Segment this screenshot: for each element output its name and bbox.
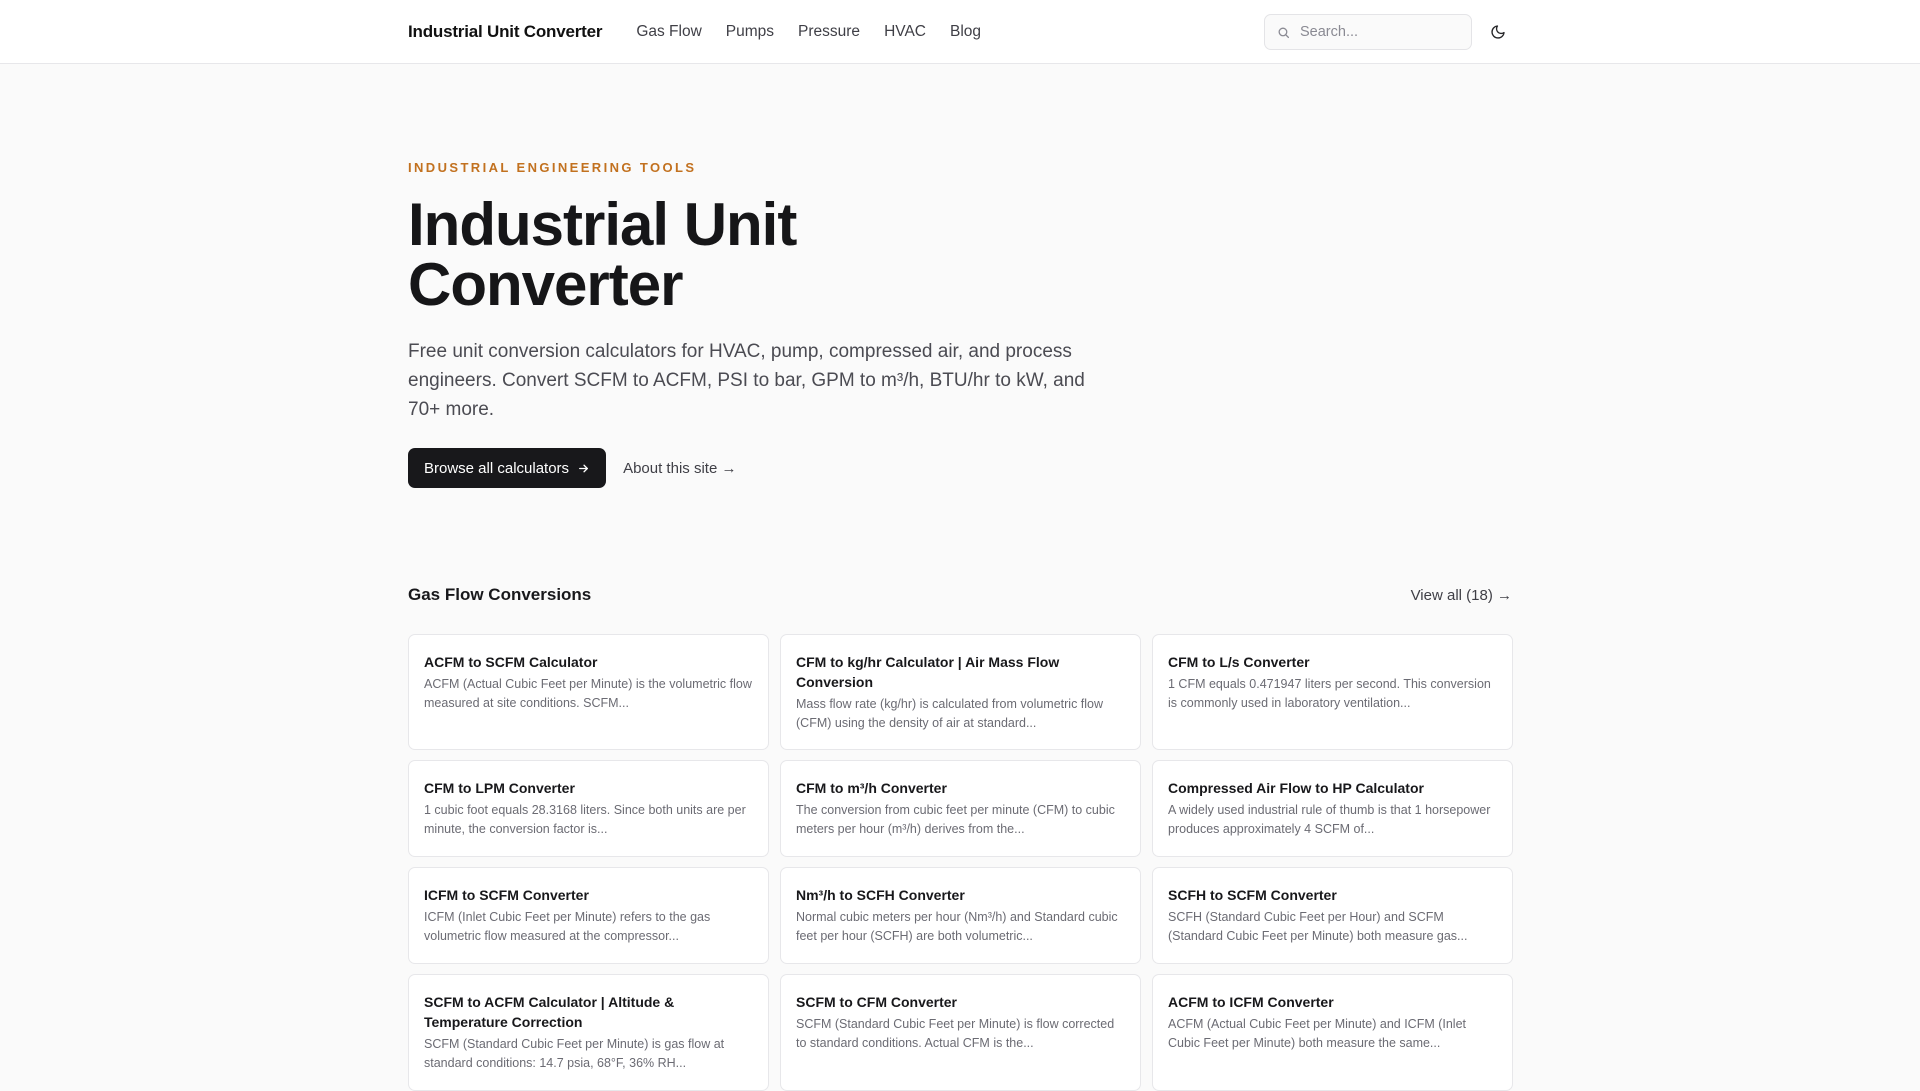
card-description: The conversion from cubic feet per minut… bbox=[796, 803, 1115, 836]
gas-flow-section: Gas Flow Conversions View all (18) → ACF… bbox=[408, 580, 1513, 1091]
card-cfm-to-kghr[interactable]: CFM to kg/hr Calculator | Air Mass Flow … bbox=[780, 634, 1141, 750]
card-title: ACFM to ICFM Converter bbox=[1168, 994, 1334, 1010]
nav-gas-flow[interactable]: Gas Flow bbox=[636, 23, 701, 41]
card-icfm-to-scfm[interactable]: ICFM to SCFM Converter ICFM (Inlet Cubic… bbox=[408, 867, 769, 964]
card-title: SCFM to CFM Converter bbox=[796, 994, 957, 1010]
view-all-link[interactable]: View all (18) → bbox=[1411, 587, 1512, 604]
card-title: CFM to LPM Converter bbox=[424, 780, 575, 796]
card-description: SCFH (Standard Cubic Feet per Hour) and … bbox=[1168, 910, 1468, 943]
card-description: SCFM (Standard Cubic Feet per Minute) is… bbox=[424, 1037, 725, 1070]
card-title: CFM to L/s Converter bbox=[1168, 654, 1310, 670]
search-icon bbox=[1278, 27, 1290, 38]
card-cfm-to-lpm[interactable]: CFM to LPM Converter 1 cubic foot equals… bbox=[408, 760, 769, 857]
card-scfm-to-acfm[interactable]: SCFM to ACFM Calculator | Altitude & Tem… bbox=[408, 974, 769, 1091]
card-title: SCFH to SCFM Converter bbox=[1168, 887, 1337, 903]
brand-logo-link[interactable]: Industrial Unit Converter bbox=[408, 22, 603, 42]
section-header: Gas Flow Conversions View all (18) → bbox=[408, 580, 1512, 610]
card-cfm-to-ls[interactable]: CFM to L/s Converter 1 CFM equals 0.4719… bbox=[1152, 634, 1513, 750]
card-compressed-air-to-hp[interactable]: Compressed Air Flow to HP Calculator A w… bbox=[1152, 760, 1513, 857]
moon-icon bbox=[1491, 25, 1505, 39]
card-title: ICFM to SCFM Converter bbox=[424, 887, 589, 903]
card-title: Compressed Air Flow to HP Calculator bbox=[1168, 780, 1424, 796]
hero-actions: Browse all calculators About this site → bbox=[408, 448, 1512, 488]
calculator-grid: ACFM to SCFM Calculator ACFM (Actual Cub… bbox=[408, 634, 1513, 1091]
card-title: SCFM to ACFM Calculator | Altitude & Tem… bbox=[424, 994, 675, 1030]
card-description: A widely used industrial rule of thumb i… bbox=[1168, 803, 1491, 836]
nav-pressure[interactable]: Pressure bbox=[798, 23, 860, 41]
card-title: CFM to m³/h Converter bbox=[796, 780, 947, 796]
card-description: ACFM (Actual Cubic Feet per Minute) and … bbox=[1168, 1017, 1467, 1050]
main-nav: Gas Flow Pumps Pressure HVAC Blog bbox=[636, 23, 981, 41]
card-acfm-to-scfm[interactable]: ACFM to SCFM Calculator ACFM (Actual Cub… bbox=[408, 634, 769, 750]
search-input[interactable] bbox=[1300, 24, 1450, 40]
card-description: 1 cubic foot equals 28.3168 liters. Sinc… bbox=[424, 803, 746, 836]
card-description: ICFM (Inlet Cubic Feet per Minute) refer… bbox=[424, 910, 711, 943]
hero-title: Industrial Unit Converter bbox=[408, 191, 797, 318]
card-description: Mass flow rate (kg/hr) is calculated fro… bbox=[796, 697, 1104, 730]
nav-hvac[interactable]: HVAC bbox=[884, 23, 926, 41]
card-scfm-to-cfm[interactable]: SCFM to CFM Converter SCFM (Standard Cub… bbox=[780, 974, 1141, 1091]
theme-toggle-button[interactable] bbox=[1486, 20, 1510, 44]
header-container: Industrial Unit Converter Gas Flow Pumps… bbox=[408, 0, 1512, 64]
hero-eyebrow: INDUSTRIAL ENGINEERING TOOLS bbox=[408, 160, 697, 175]
card-description: ACFM (Actual Cubic Feet per Minute) is t… bbox=[424, 677, 752, 710]
card-description: 1 CFM equals 0.471947 liters per second.… bbox=[1168, 677, 1491, 710]
card-scfh-to-scfm[interactable]: SCFH to SCFM Converter SCFH (Standard Cu… bbox=[1152, 867, 1513, 964]
about-site-link[interactable]: About this site → bbox=[623, 460, 736, 477]
card-acfm-to-icfm[interactable]: ACFM to ICFM Converter ACFM (Actual Cubi… bbox=[1152, 974, 1513, 1091]
nav-blog[interactable]: Blog bbox=[950, 23, 981, 41]
hero-section: INDUSTRIAL ENGINEERING TOOLS Industrial … bbox=[408, 160, 1512, 488]
card-title: CFM to kg/hr Calculator | Air Mass Flow … bbox=[796, 654, 1060, 690]
section-title: Gas Flow Conversions bbox=[408, 585, 592, 604]
browse-calculators-button[interactable]: Browse all calculators bbox=[408, 448, 607, 488]
nav-pumps[interactable]: Pumps bbox=[726, 23, 774, 41]
top-navigation-bar: Industrial Unit Converter Gas Flow Pumps… bbox=[0, 0, 1920, 64]
card-title: Nm³/h to SCFH Converter bbox=[796, 887, 965, 903]
hero-description: Free unit conversion calculators for HVA… bbox=[408, 341, 1085, 420]
card-cfm-to-m3h[interactable]: CFM to m³/h Converter The conversion fro… bbox=[780, 760, 1141, 857]
card-title: ACFM to SCFM Calculator bbox=[424, 654, 598, 670]
search-box[interactable] bbox=[1264, 14, 1472, 50]
card-description: Normal cubic meters per hour (Nm³/h) and… bbox=[796, 910, 1118, 943]
card-description: SCFM (Standard Cubic Feet per Minute) is… bbox=[796, 1017, 1115, 1050]
browse-calculators-label: Browse all calculators bbox=[424, 459, 570, 477]
card-nm3h-to-scfh[interactable]: Nm³/h to SCFH Converter Normal cubic met… bbox=[780, 867, 1141, 964]
arrow-right-icon bbox=[579, 464, 589, 472]
